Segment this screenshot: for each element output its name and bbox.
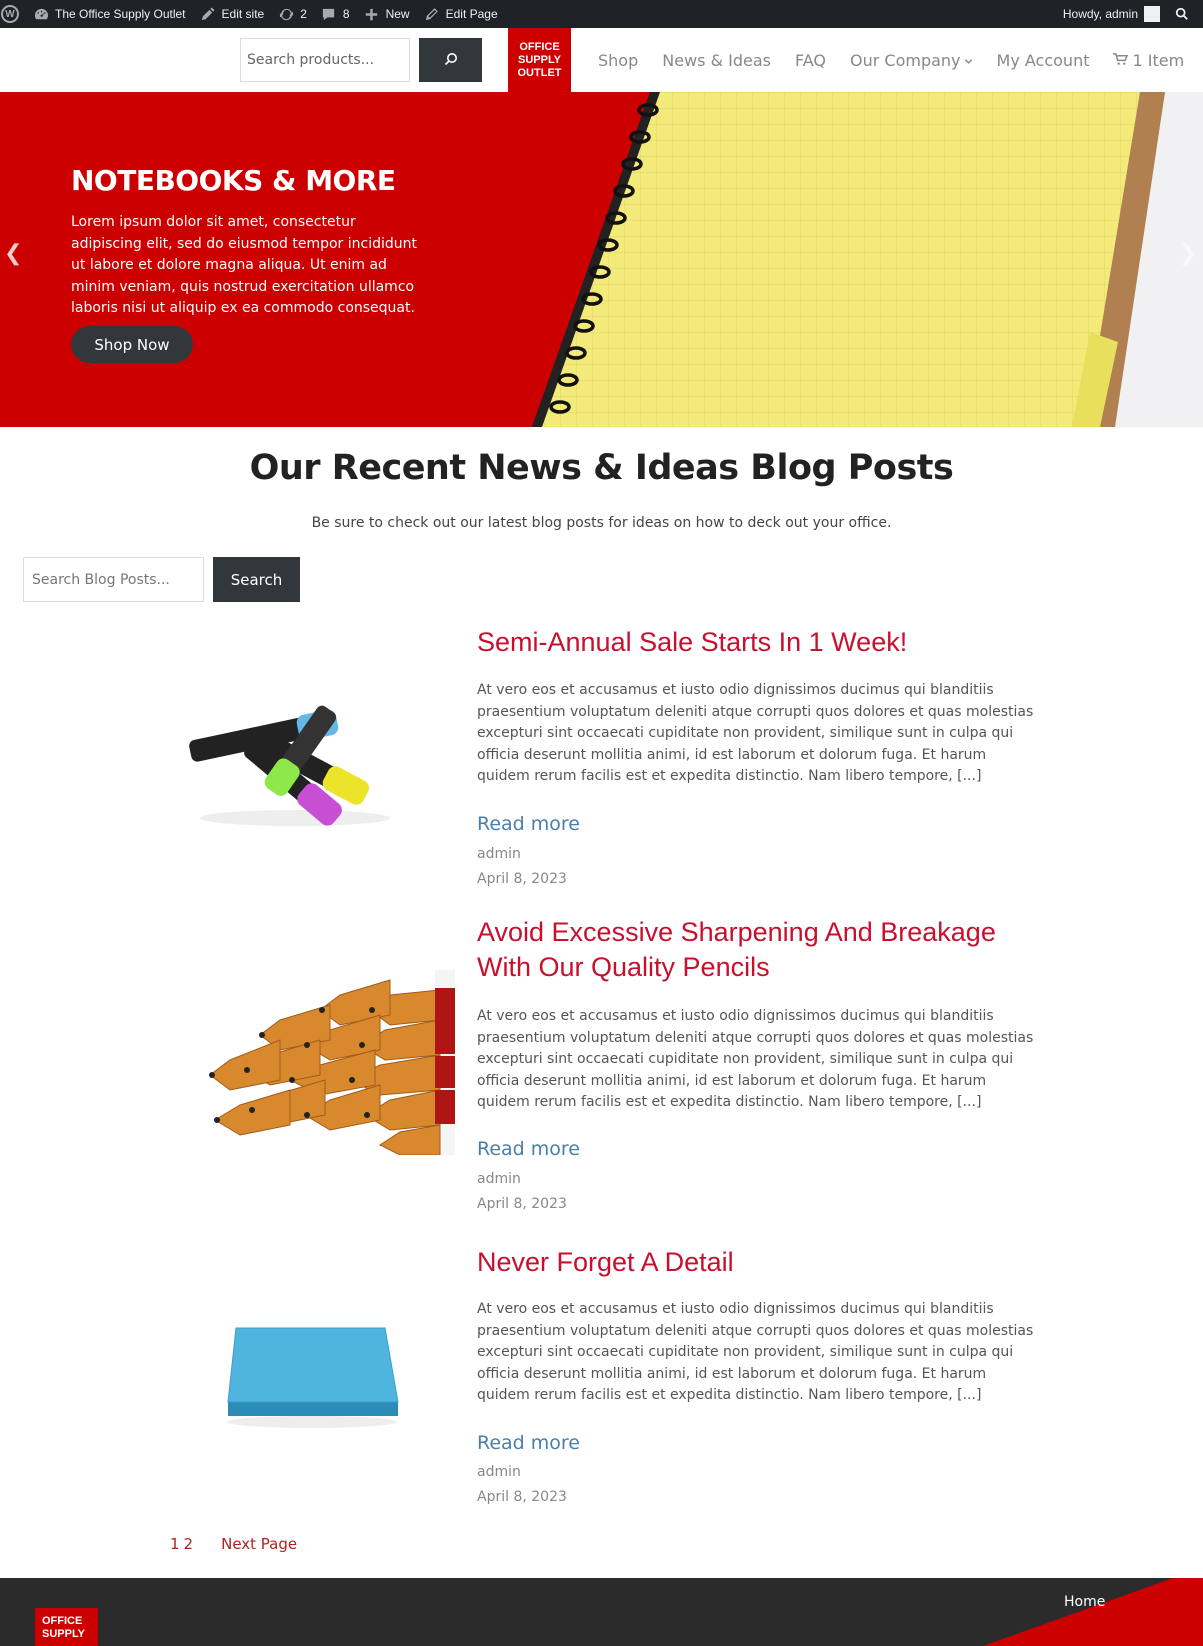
- post-author[interactable]: admin: [477, 1171, 521, 1187]
- nav-cart[interactable]: 1 Item: [1113, 51, 1184, 70]
- hero-slider: ❮ ❯ NOTEBOOKS & MORE Lorem ipsum dolor s…: [0, 92, 1203, 427]
- edit-page-label: Edit Page: [445, 7, 498, 21]
- logo-line-2: SUPPLY: [517, 53, 561, 66]
- plus-icon: [364, 6, 380, 22]
- post-author[interactable]: admin: [477, 1464, 521, 1480]
- read-more-link[interactable]: Read more: [477, 813, 580, 835]
- post-title[interactable]: Avoid Excessive Sharpening And Breakage …: [477, 915, 1037, 985]
- my-account-menu[interactable]: Howdy, admin: [1056, 0, 1167, 28]
- page-1-link[interactable]: 1: [170, 1535, 180, 1553]
- section-title: Our Recent News & Ideas Blog Posts: [249, 448, 954, 488]
- howdy-label: Howdy, admin: [1062, 7, 1138, 21]
- nav-faq[interactable]: FAQ: [795, 51, 826, 70]
- edit-site-label: Edit site: [221, 7, 265, 21]
- cart-label: 1 Item: [1132, 50, 1185, 70]
- comments-count: 8: [342, 7, 350, 21]
- main-nav: Shop News & Ideas FAQ Our Company My Acc…: [598, 28, 1184, 92]
- post-excerpt: At vero eos et accusamus et iusto odio d…: [477, 1301, 1034, 1403]
- admin-bar: W The Office Supply Outlet Edit site 2 8…: [0, 0, 1203, 28]
- site-footer: OFFICE SUPPLY Home: [0, 1578, 1203, 1646]
- wordpress-icon: W: [1, 5, 19, 23]
- avatar: [1144, 6, 1160, 22]
- new-label: New: [385, 7, 410, 21]
- blog-search-button[interactable]: Search: [213, 557, 300, 602]
- footer-home-link[interactable]: Home: [1064, 1594, 1105, 1610]
- nav-our-company-label: Our Company: [850, 50, 961, 70]
- read-more-link[interactable]: Read more: [477, 1138, 580, 1160]
- post-date: April 8, 2023: [477, 1196, 567, 1212]
- page-2-link[interactable]: 2: [184, 1535, 194, 1553]
- edit-site-link[interactable]: Edit site: [193, 0, 272, 28]
- footer-logo-line-1: OFFICE: [42, 1615, 83, 1627]
- search-icon: [1174, 6, 1190, 22]
- blog-search-input[interactable]: [23, 557, 204, 602]
- footer-red-accent: [983, 1578, 1203, 1646]
- logo-line-3: OUTLET: [517, 66, 562, 79]
- cart-icon: [1113, 51, 1129, 70]
- admin-search-button[interactable]: [1167, 0, 1203, 28]
- edit-page-link[interactable]: Edit Page: [417, 0, 505, 28]
- comments-link[interactable]: 8: [314, 0, 357, 28]
- hero-title: NOTEBOOKS & MORE: [71, 164, 396, 197]
- site-logo[interactable]: OFFICE SUPPLY OUTLET: [508, 28, 571, 92]
- post-excerpt: At vero eos et accusamus et iusto odio d…: [477, 1008, 1034, 1110]
- post-title[interactable]: Never Forget A Detail: [477, 1245, 1037, 1280]
- next-page-link[interactable]: Next Page: [221, 1535, 297, 1553]
- new-content-link[interactable]: New: [357, 0, 417, 28]
- chevron-down-icon: [964, 51, 973, 70]
- chevron-left-icon[interactable]: ❮: [4, 240, 22, 266]
- nav-our-company[interactable]: Our Company: [850, 51, 973, 70]
- updates-count: 2: [300, 7, 307, 21]
- post-date: April 8, 2023: [477, 871, 567, 887]
- comments-icon: [321, 6, 337, 22]
- post-author[interactable]: admin: [477, 846, 521, 862]
- nav-my-account[interactable]: My Account: [997, 51, 1090, 70]
- site-name-label: The Office Supply Outlet: [55, 7, 186, 21]
- site-name-link[interactable]: The Office Supply Outlet: [26, 0, 193, 28]
- wordpress-menu[interactable]: W: [0, 0, 26, 28]
- product-search-input[interactable]: [240, 38, 410, 82]
- sticky-notes-image[interactable]: [220, 1320, 405, 1430]
- logo-line-1: OFFICE: [519, 40, 560, 53]
- footer-logo[interactable]: OFFICE SUPPLY: [35, 1608, 98, 1646]
- updates-icon: [278, 6, 294, 22]
- dashboard-icon: [33, 6, 49, 22]
- read-more-link[interactable]: Read more: [477, 1432, 580, 1454]
- post-excerpt: At vero eos et accusamus et iusto odio d…: [477, 682, 1034, 784]
- footer-logo-line-2: SUPPLY: [42, 1628, 86, 1640]
- product-search-button[interactable]: [419, 38, 482, 82]
- search-icon: [443, 51, 459, 70]
- post-title[interactable]: Semi-Annual Sale Starts In 1 Week!: [477, 625, 1037, 660]
- pencil-icon: [424, 6, 440, 22]
- pagination: 1 2 Next Page: [170, 1535, 301, 1553]
- updates-link[interactable]: 2: [271, 0, 314, 28]
- post-date: April 8, 2023: [477, 1489, 567, 1505]
- chevron-right-icon[interactable]: ❯: [1179, 240, 1197, 266]
- pencils-image[interactable]: [190, 970, 455, 1155]
- nav-shop[interactable]: Shop: [598, 51, 638, 70]
- site-header: OFFICE SUPPLY OUTLET Shop News & Ideas F…: [0, 28, 1203, 92]
- nav-news-ideas[interactable]: News & Ideas: [662, 51, 771, 70]
- shop-now-button[interactable]: Shop Now: [71, 326, 193, 363]
- edit-icon: [200, 6, 216, 22]
- highlighters-image[interactable]: [180, 680, 410, 830]
- section-subtitle: Be sure to check out our latest blog pos…: [311, 515, 892, 531]
- hero-text: Lorem ipsum dolor sit amet, consectetur …: [71, 214, 418, 316]
